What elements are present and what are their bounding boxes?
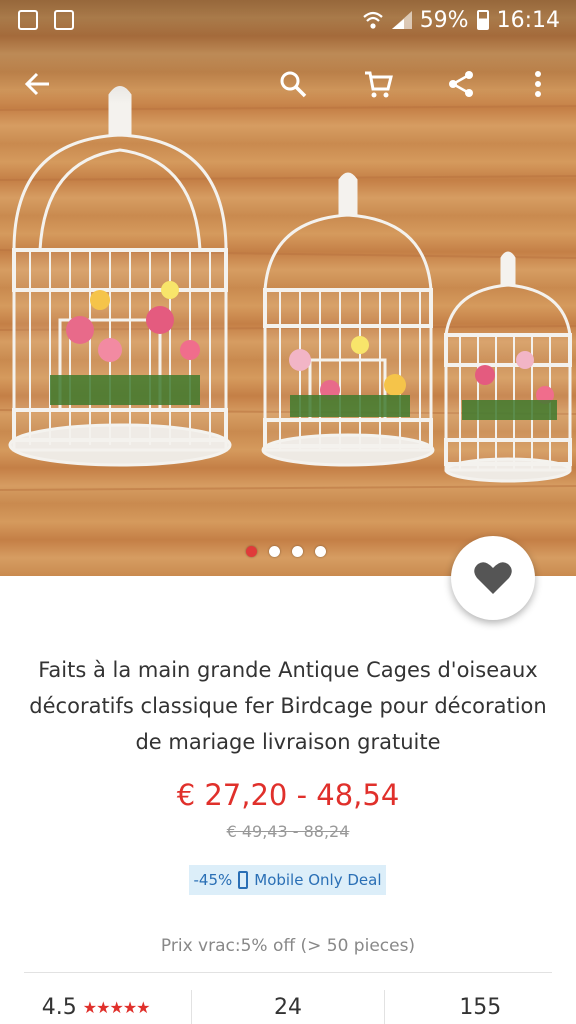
bulk-price-info: Prix vrac:5% off (> 50 pieces) xyxy=(160,936,416,956)
deal-label: Mobile Only Deal xyxy=(254,871,382,889)
cart-button[interactable] xyxy=(354,54,402,114)
pagination-dot[interactable] xyxy=(292,546,303,557)
rating-stat[interactable]: 4.5 ★★★★★ xyxy=(0,990,191,1024)
orders-count: 155 xyxy=(459,994,502,1020)
product-stats: 4.5 ★★★★★ 24 155 xyxy=(0,990,576,1024)
clock: 16:14 xyxy=(496,7,560,33)
product-price: € 27,20 - 48,54 xyxy=(176,778,400,812)
more-options-button[interactable] xyxy=(514,54,562,114)
original-price: € 49,43 - 88,24 xyxy=(226,822,350,841)
more-vert-icon xyxy=(535,71,541,97)
share-icon xyxy=(449,71,473,97)
gallery-notification-icon xyxy=(18,10,38,30)
pagination-dot[interactable] xyxy=(315,546,326,557)
top-toolbar xyxy=(0,54,576,114)
battery-icon xyxy=(476,10,489,30)
search-button[interactable] xyxy=(269,54,317,114)
wishlist-button[interactable] xyxy=(451,536,535,620)
orders-stat[interactable]: 155 xyxy=(383,990,576,1024)
status-bar: 59% 16:14 xyxy=(0,0,576,40)
back-button[interactable] xyxy=(14,54,62,114)
mobile-deal-badge: -45% Mobile Only Deal xyxy=(189,865,386,895)
signal-icon xyxy=(391,11,412,29)
wifi-icon xyxy=(362,11,383,29)
divider xyxy=(24,972,552,973)
rating-value: 4.5 xyxy=(41,994,77,1020)
rating-stars-icon: ★★★★★ xyxy=(82,997,151,1017)
cart-icon xyxy=(365,71,393,98)
reviews-stat[interactable]: 24 xyxy=(191,990,383,1024)
reviews-count: 24 xyxy=(273,994,302,1020)
pagination-dot[interactable] xyxy=(246,546,257,557)
mobile-phone-icon xyxy=(238,871,249,889)
search-icon xyxy=(280,71,307,98)
battery-percentage: 59% xyxy=(419,7,469,33)
heart-icon xyxy=(474,562,512,594)
deal-discount: -45% xyxy=(193,871,233,889)
product-title: Faits à la main grande Antique Cages d'o… xyxy=(29,658,547,754)
screen-mirroring-icon xyxy=(54,10,74,30)
pagination-dot[interactable] xyxy=(269,546,280,557)
share-button[interactable] xyxy=(437,54,485,114)
image-pagination[interactable] xyxy=(246,546,326,557)
arrow-left-icon xyxy=(24,72,49,96)
